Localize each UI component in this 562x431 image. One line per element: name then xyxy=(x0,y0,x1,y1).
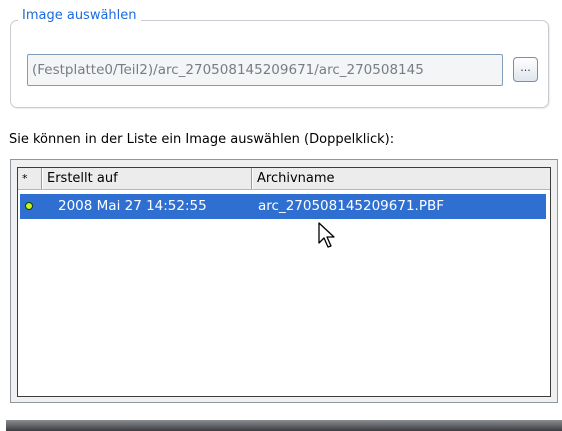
row-archive-name: arc_270508145209671.PBF xyxy=(258,198,444,214)
row-created-date: 2008 Mai 27 14:52:55 xyxy=(58,198,207,214)
instruction-text: Sie können in der Liste ein Image auswäh… xyxy=(9,132,395,147)
status-dot-icon xyxy=(25,202,33,210)
browse-button[interactable]: ... xyxy=(513,57,538,82)
column-header-archive-name[interactable]: Archivname xyxy=(252,168,550,189)
image-list-frame: * Erstellt auf Archivname 2008 Mai 27 14… xyxy=(10,159,558,403)
list-header: * Erstellt auf Archivname xyxy=(18,168,550,190)
window-bottom-bar xyxy=(6,420,562,431)
mouse-pointer-icon xyxy=(318,222,335,248)
list-row-selected[interactable]: 2008 Mai 27 14:52:55 arc_270508145209671… xyxy=(20,194,546,219)
image-path-field[interactable]: (Festplatte0/Teil2)/arc_270508145209671/… xyxy=(27,54,503,86)
group-title: Image auswählen xyxy=(18,7,141,25)
column-header-created[interactable]: Erstellt auf xyxy=(42,168,252,189)
column-header-status[interactable]: * xyxy=(18,168,42,189)
image-list[interactable]: * Erstellt auf Archivname 2008 Mai 27 14… xyxy=(17,167,551,397)
